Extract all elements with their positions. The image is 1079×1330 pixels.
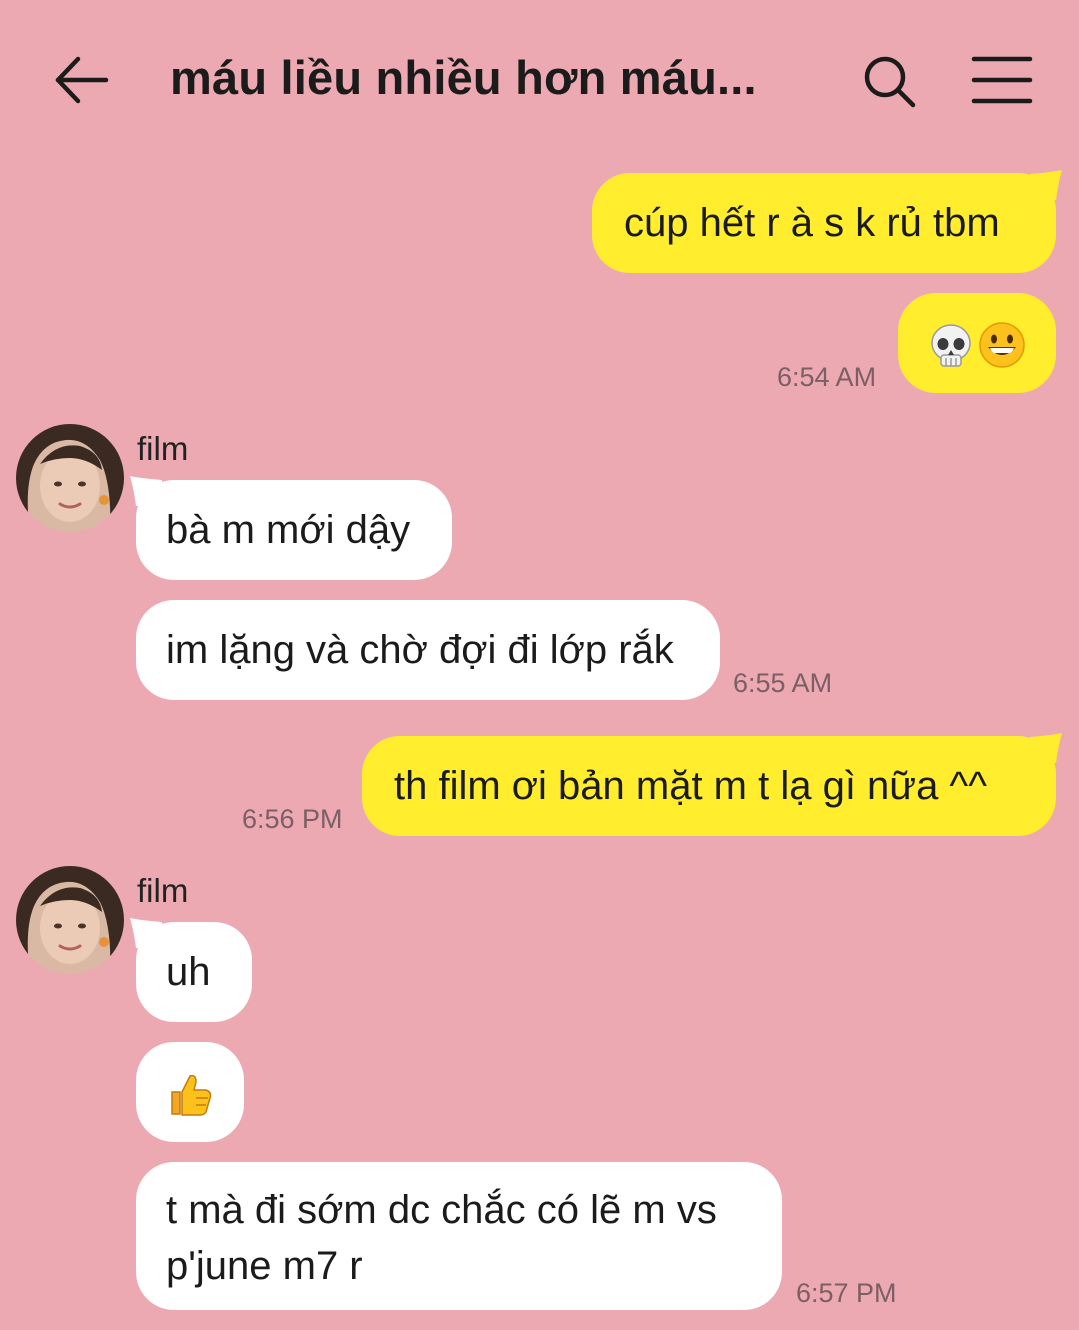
message-bubble-incoming[interactable]: bà m mới dậy <box>136 480 452 580</box>
sender-name: film <box>137 430 189 467</box>
avatar-photo <box>16 866 124 974</box>
message-text-line: t mà đi sớm dc chắc có lẽ m vs <box>166 1188 717 1232</box>
message-text: bà m mới dậy <box>166 508 411 552</box>
message-text: cúp hết r à s k rủ tbm <box>624 201 1000 245</box>
chat-title: máu liều nhiều hơn máu... <box>170 51 757 104</box>
bubble-tail <box>1030 170 1062 200</box>
skull-emoji <box>931 324 971 367</box>
sender-name: film <box>137 872 189 909</box>
message-bubble-outgoing[interactable]: cúp hết r à s k rủ tbm <box>592 173 1056 273</box>
message-bubble-outgoing[interactable]: th film ơi bản mặt m t lạ gì nữa ^^ <box>362 736 1056 836</box>
message-bubble-incoming[interactable] <box>136 1042 244 1142</box>
message-text: th film ơi bản mặt m t lạ gì nữa ^^ <box>394 764 987 808</box>
message-text-line: p'june m7 r <box>166 1244 363 1288</box>
thumbs-up-emoji <box>171 1074 212 1116</box>
message-text: im lặng và chờ đợi đi lớp rắk <box>166 628 674 672</box>
message-bubble-incoming[interactable]: im lặng và chờ đợi đi lớp rắk <box>136 600 720 700</box>
search-button[interactable] <box>860 52 920 112</box>
message-timestamp: 6:55 AM <box>733 668 833 698</box>
avatar[interactable] <box>16 866 124 974</box>
message-timestamp: 6:54 AM <box>777 362 877 392</box>
back-button[interactable] <box>52 52 112 108</box>
chat-header: máu liều nhiều hơn máu... <box>0 0 1079 160</box>
avatar-photo <box>16 424 124 532</box>
avatar[interactable] <box>16 424 124 532</box>
menu-button[interactable] <box>970 54 1034 106</box>
message-timestamp: 6:56 PM <box>242 804 343 834</box>
message-timestamp: 6:57 PM <box>796 1278 897 1308</box>
message-bubble-incoming[interactable]: t mà đi sớm dc chắc có lẽ m vs p'june m7… <box>136 1162 782 1310</box>
hamburger-menu-icon <box>971 56 1033 104</box>
message-bubble-outgoing[interactable] <box>898 293 1056 393</box>
bubble-tail <box>1030 733 1062 763</box>
message-text: uh <box>166 950 211 994</box>
message-bubble-incoming[interactable]: uh <box>136 922 252 1022</box>
grinning-face-emoji <box>979 322 1025 368</box>
search-icon <box>864 56 916 108</box>
arrow-left-icon <box>55 56 109 104</box>
